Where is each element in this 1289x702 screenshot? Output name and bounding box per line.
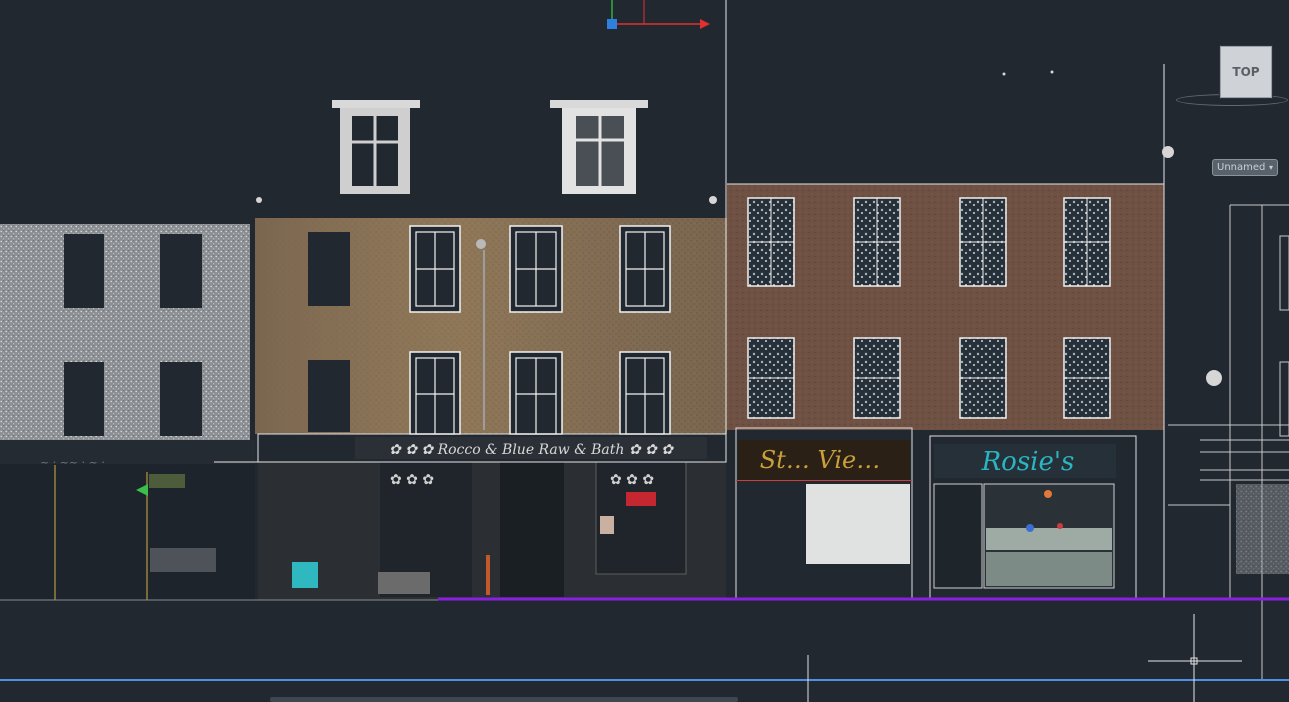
- building-left-grey: ~ · ~~ · ~ ·: [0, 224, 255, 600]
- ucs-menu-button[interactable]: Unnamed ▾: [1212, 159, 1278, 176]
- horizontal-scrollbar[interactable]: [270, 697, 738, 702]
- shop-sign-rosies: Rosie's: [981, 447, 1075, 477]
- building-middle-warm: ✿ ✿ ✿ Rocco & Blue Raw & Bath ✿ ✿ ✿ ✿ ✿ …: [255, 100, 727, 600]
- crosshair-cursor-icon: [1148, 614, 1242, 702]
- ucs-axis-icon: [607, 0, 710, 29]
- viewcube-icon[interactable]: TOP: [1220, 46, 1272, 98]
- point-cloud-scene: ~ · ~~ · ~ · ✿ ✿ ✿ Rocco & Blue Raw & Ba…: [0, 0, 1289, 702]
- right-edge-linework: [1168, 204, 1289, 680]
- chevron-down-icon: ▾: [1268, 163, 1273, 172]
- building-right: St… Vie… Rosie's: [727, 64, 1165, 601]
- shop-sign-rocco: ✿ ✿ ✿ Rocco & Blue Raw & Bath ✿ ✿ ✿: [389, 442, 674, 458]
- dormer-right: [550, 100, 648, 194]
- shop-sign-left: St… Vie…: [760, 446, 881, 474]
- viewcube-face-label[interactable]: TOP: [1232, 65, 1259, 79]
- ucs-menu-label: Unnamed: [1217, 162, 1266, 173]
- svg-text:~ · ~~ · ~ ·: ~ · ~~ · ~ ·: [40, 456, 105, 469]
- svg-text:✿ ✿ ✿: ✿ ✿ ✿: [390, 472, 434, 488]
- drawing-viewport[interactable]: ~ · ~~ · ~ · ✿ ✿ ✿ Rocco & Blue Raw & Ba…: [0, 0, 1289, 702]
- svg-text:✿ ✿ ✿: ✿ ✿ ✿: [610, 472, 654, 488]
- dormer-left: [332, 100, 420, 194]
